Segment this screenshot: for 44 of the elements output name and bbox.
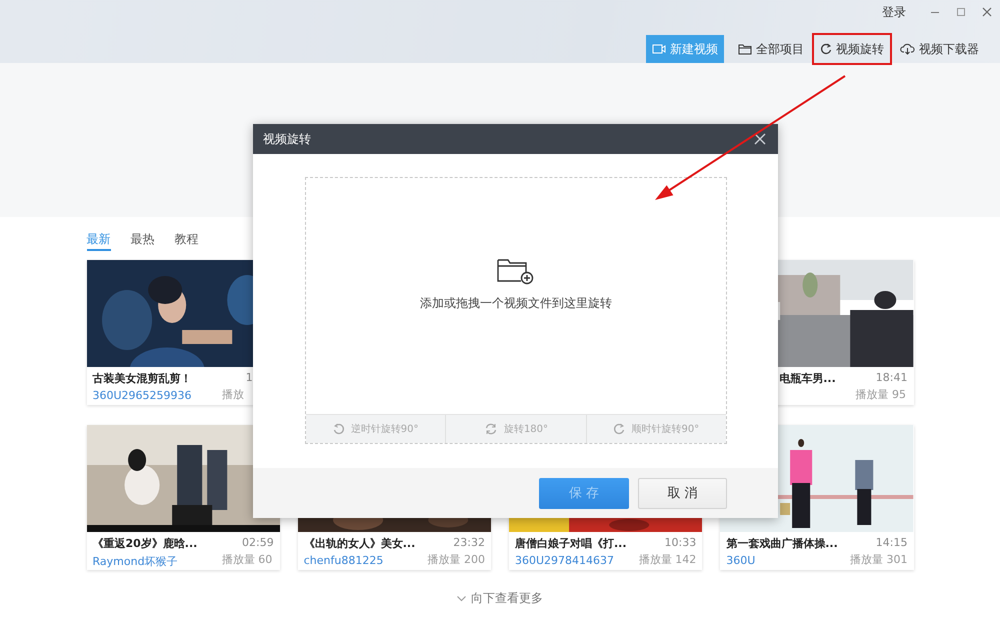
toolbar-button[interactable]: 视频下载器 xyxy=(894,35,985,63)
uploader-link[interactable]: Raymond坏猴子 xyxy=(92,554,198,569)
play-count: 播放量 200 xyxy=(428,552,485,567)
video-title[interactable]: 电瓶车男... xyxy=(779,371,836,386)
play-count: 播放 xyxy=(222,387,245,402)
video-title[interactable]: 《重返20岁》鹿晗... xyxy=(92,536,198,551)
duration-text: 18:41 xyxy=(876,371,908,384)
load-more-link[interactable]: 向下查看更多 xyxy=(86,590,914,607)
uploader-link[interactable]: 360U2965259936 xyxy=(92,389,192,402)
play-count: 播放量 142 xyxy=(638,552,696,567)
login-link[interactable]: 登录 xyxy=(882,4,906,20)
cloud-download-icon xyxy=(900,43,915,55)
cancel-button[interactable]: 取 消 xyxy=(638,478,727,508)
folder-icon xyxy=(738,43,752,55)
rotate-right-icon xyxy=(613,423,626,435)
duration-text: 14:15 xyxy=(876,536,908,549)
duration-text: 23:32 xyxy=(453,536,485,549)
dialog-title: 视频旋转 xyxy=(263,130,311,148)
video-title[interactable]: 第一套戏曲广播体操... xyxy=(726,536,838,551)
duration-text: 10:33 xyxy=(664,536,696,549)
play-count: 播放量 95 xyxy=(856,387,907,402)
uploader-link[interactable]: 360U2978414637 xyxy=(515,554,627,567)
folder-add-icon xyxy=(497,256,535,284)
uploader-link[interactable]: 360U xyxy=(726,554,838,567)
toolbar-button[interactable]: 视频旋转 xyxy=(814,35,890,63)
play-count: 播放量 301 xyxy=(850,552,908,567)
video-icon xyxy=(652,43,666,55)
close-icon[interactable] xyxy=(982,7,992,17)
chevron-down-icon xyxy=(457,596,466,602)
refresh-icon xyxy=(484,423,498,435)
uploader-link[interactable]: chenfu881225 xyxy=(304,554,416,567)
toolbar-button[interactable]: 全部项目 xyxy=(732,35,810,63)
video-card[interactable]: 《重返20岁》鹿晗... Raymond坏猴子 02:59 播放量 60 xyxy=(86,425,280,570)
rotate-left-icon xyxy=(332,423,345,435)
video-title[interactable]: 古装美女混剪乱剪！ xyxy=(92,371,192,386)
video-title[interactable]: 《出轨的女人》美女... xyxy=(304,536,416,551)
tab[interactable]: 教程 xyxy=(174,231,198,249)
tab[interactable]: 最热 xyxy=(130,231,154,249)
duration-text: 1 xyxy=(246,371,254,384)
duration-text: 02:59 xyxy=(242,536,274,549)
rotate-icon xyxy=(820,43,832,55)
play-count: 播放量 60 xyxy=(222,552,274,567)
video-title[interactable]: 唐僧白娘子对唱《打... xyxy=(515,536,627,551)
drop-hint: 添加或拖拽一个视频文件到这里旋转 xyxy=(420,294,612,312)
